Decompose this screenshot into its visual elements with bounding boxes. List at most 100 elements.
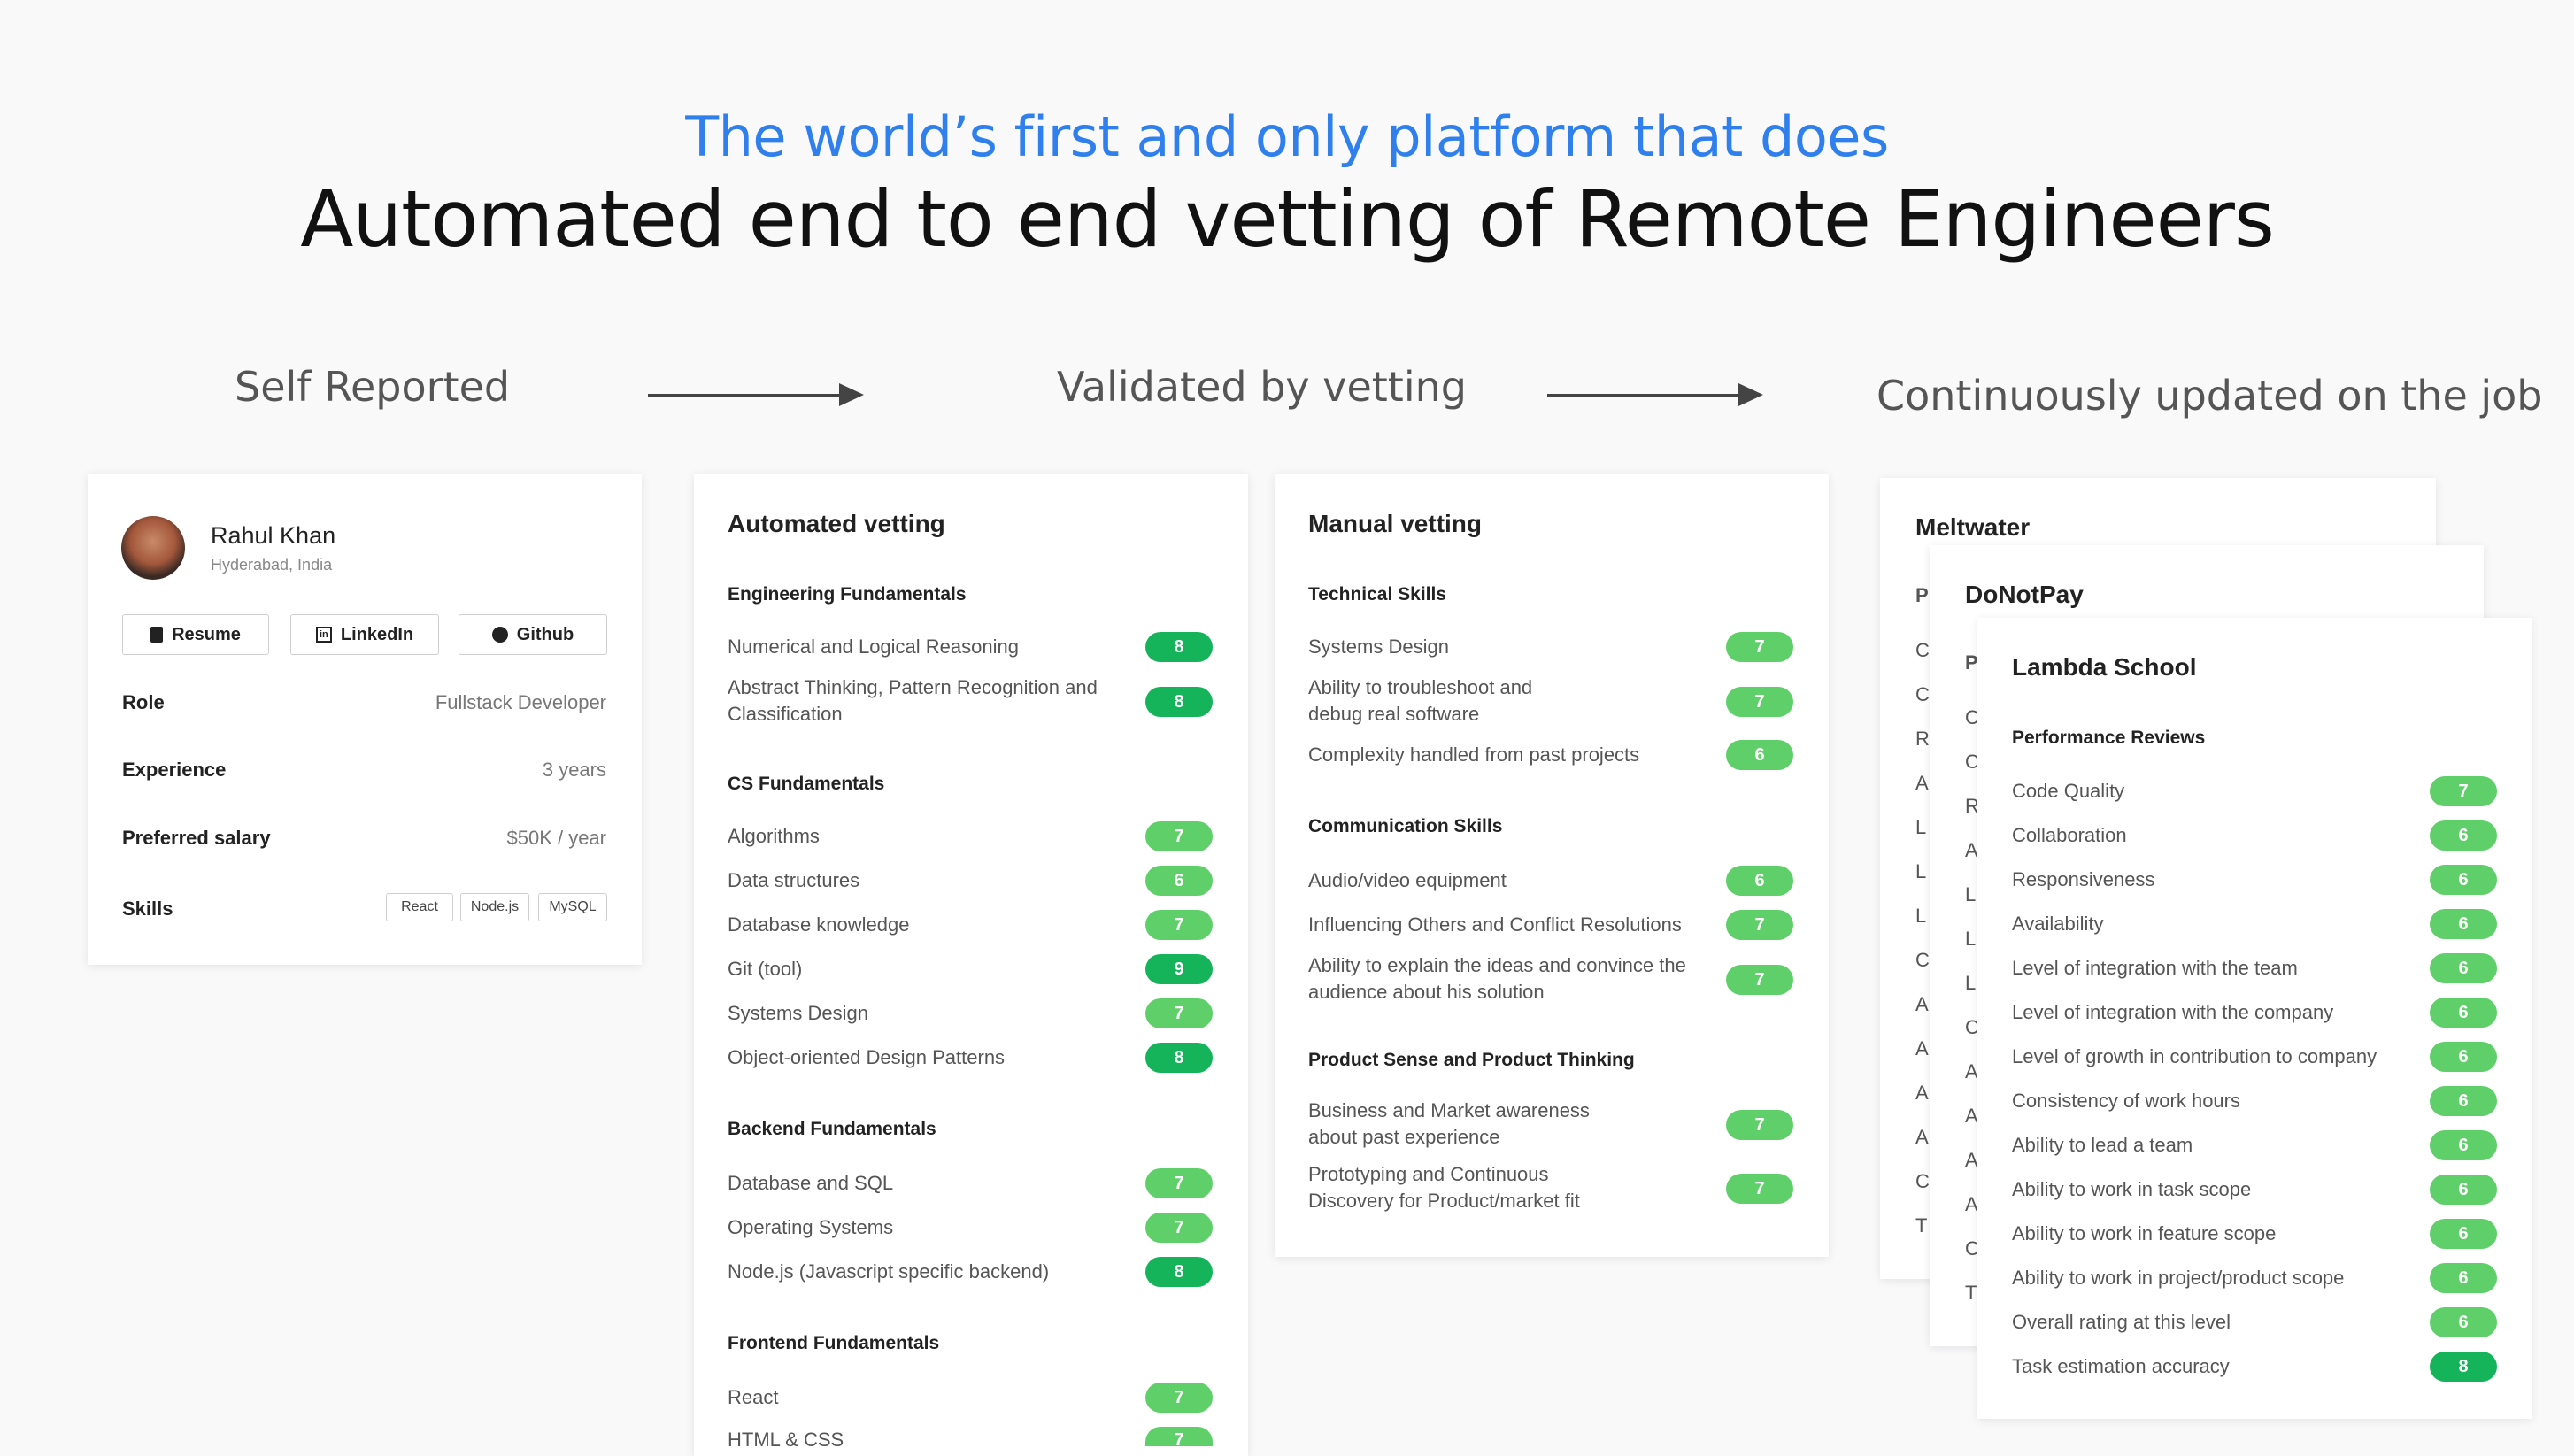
score-badge: 7	[1145, 1168, 1213, 1198]
criterion-label: Ability to work in task scope	[2012, 1178, 2252, 1200]
stage-validated: Validated by vetting	[1057, 363, 1467, 411]
score-badge: 6	[2430, 1130, 2497, 1160]
job-card-title: Lambda School	[2012, 653, 2197, 681]
criterion-label: Ability to work in feature scope	[2012, 1222, 2277, 1244]
score-badge: 6	[2430, 1175, 2497, 1205]
criterion-label: Prototyping and Continuous Discovery for…	[1308, 1163, 1580, 1212]
skill-tag: Node.js	[460, 893, 529, 921]
criterion-label: Operating Systems	[728, 1216, 894, 1238]
document-icon	[150, 627, 164, 643]
score-badge: 7	[1726, 632, 1793, 662]
score-badge: 7	[1726, 1110, 1793, 1140]
criterion-label: Level of integration with the company	[2012, 1001, 2334, 1023]
score-badge: 7	[1145, 998, 1213, 1028]
criterion-label: Data structures	[728, 869, 860, 891]
criterion-label: Influencing Others and Conflict Resoluti…	[1308, 913, 1682, 936]
score-badge: 7	[1726, 965, 1793, 995]
automated-vetting-title: Automated vetting	[728, 510, 945, 537]
score-badge: 7	[1726, 910, 1793, 940]
score-badge: 6	[2430, 909, 2497, 939]
score-badge: 9	[1145, 954, 1213, 984]
criterion-label: Consistency of work hours	[2012, 1090, 2240, 1112]
linkedin-icon: in	[315, 627, 332, 643]
avatar	[121, 516, 185, 580]
score-badge: 6	[1726, 740, 1793, 770]
hero-headline: Automated end to end vetting of Remote E…	[300, 173, 2275, 265]
section-heading: Communication Skills	[1308, 816, 1503, 836]
criterion-label: Ability to explain the ideas and convinc…	[1308, 954, 1686, 1003]
section-heading: Engineering Fundamentals	[728, 584, 967, 605]
section-heading: Product Sense and Product Thinking	[1308, 1050, 1635, 1070]
criterion-label: Abstract Thinking, Pattern Recognition a…	[728, 676, 1098, 725]
criterion-label: HTML & CSS	[728, 1429, 844, 1451]
arrow-right-icon	[1547, 383, 1763, 406]
arrow-right-icon	[648, 383, 864, 406]
score-badge: 6	[2430, 1086, 2497, 1116]
skills-label: Skills	[122, 897, 173, 920]
stage-self-reported: Self Reported	[235, 363, 511, 411]
score-badge: 7	[1145, 1427, 1213, 1446]
criterion-label: Business and Market awareness about past…	[1308, 1099, 1590, 1148]
criterion-label: Ability to troubleshoot and debug real s…	[1308, 676, 1533, 725]
score-badge: 7	[1145, 1383, 1213, 1413]
score-badge: 8	[1145, 687, 1213, 717]
criterion-label: Overall rating at this level	[2012, 1311, 2231, 1333]
skill-tag: MySQL	[538, 893, 607, 921]
job-card-title: Meltwater	[1915, 513, 2031, 541]
github-icon	[491, 627, 508, 643]
criterion-label: Audio/video equipment	[1308, 869, 1507, 891]
score-badge: 7	[1145, 1213, 1213, 1243]
score-badge: 6	[2430, 1307, 2497, 1337]
criterion-label: Level of growth in contribution to compa…	[2012, 1045, 2377, 1067]
criterion-label: Collaboration	[2012, 824, 2127, 846]
criterion-label: Object-oriented Design Patterns	[728, 1046, 1006, 1068]
score-badge: 8	[2430, 1352, 2497, 1382]
score-badge: 6	[2430, 998, 2497, 1028]
criterion-label: Database knowledge	[728, 913, 910, 936]
profile-name: Rahul Khan	[211, 522, 336, 549]
score-badge: 6	[1726, 866, 1793, 896]
score-badge: 6	[2430, 1219, 2497, 1249]
section-heading: Frontend Fundamentals	[728, 1333, 940, 1353]
criterion-label: Systems Design	[1308, 636, 1449, 658]
score-badge: 7	[1145, 821, 1213, 851]
github-button[interactable]: Github	[459, 614, 607, 655]
criterion-label: Ability to lead a team	[2012, 1134, 2193, 1156]
score-badge: 6	[2430, 1042, 2497, 1072]
score-badge: 7	[1145, 910, 1213, 940]
score-badge: 7	[1726, 687, 1793, 717]
skill-tag: React	[386, 893, 453, 921]
criterion-label: Node.js (Javascript specific backend)	[728, 1260, 1050, 1283]
section-heading: CS Fundamentals	[728, 774, 885, 794]
score-badge: 7	[2430, 776, 2497, 806]
criterion-label: Ability to work in project/product scope	[2012, 1267, 2345, 1289]
experience-label: Experience	[122, 759, 227, 781]
experience-value: 3 years	[542, 759, 606, 781]
score-badge: 6	[2430, 953, 2497, 983]
section-heading: Technical Skills	[1308, 584, 1447, 605]
score-badge: 8	[1145, 1257, 1213, 1287]
criterion-label: React	[728, 1386, 779, 1408]
criterion-label: Complexity handled from past projects	[1308, 743, 1640, 766]
score-badge: 8	[1145, 632, 1213, 662]
resume-button[interactable]: Resume	[122, 614, 269, 655]
criterion-label: Responsiveness	[2012, 868, 2155, 890]
score-badge: 6	[1145, 866, 1213, 896]
criterion-label: Availability	[2012, 913, 2104, 935]
section-heading: Performance Reviews	[2012, 728, 2206, 748]
linkedin-button[interactable]: in LinkedIn	[290, 614, 439, 655]
stage-continuous: Continuously updated on the job	[1877, 372, 2543, 420]
criterion-label: Numerical and Logical Reasoning	[728, 636, 1019, 658]
score-badge: 7	[1726, 1174, 1793, 1204]
criterion-label: Systems Design	[728, 1002, 868, 1024]
role-value: Fullstack Developer	[435, 691, 606, 713]
salary-label: Preferred salary	[122, 827, 271, 849]
section-heading: Backend Fundamentals	[728, 1119, 936, 1139]
manual-vetting-title: Manual vetting	[1308, 510, 1483, 537]
criterion-label: Task estimation accuracy	[2012, 1355, 2230, 1377]
job-card-title: DoNotPay	[1965, 581, 2084, 608]
criterion-label: Algorithms	[728, 825, 820, 847]
score-badge: 8	[1145, 1043, 1213, 1073]
score-badge: 6	[2430, 865, 2497, 895]
score-badge: 6	[2430, 820, 2497, 851]
